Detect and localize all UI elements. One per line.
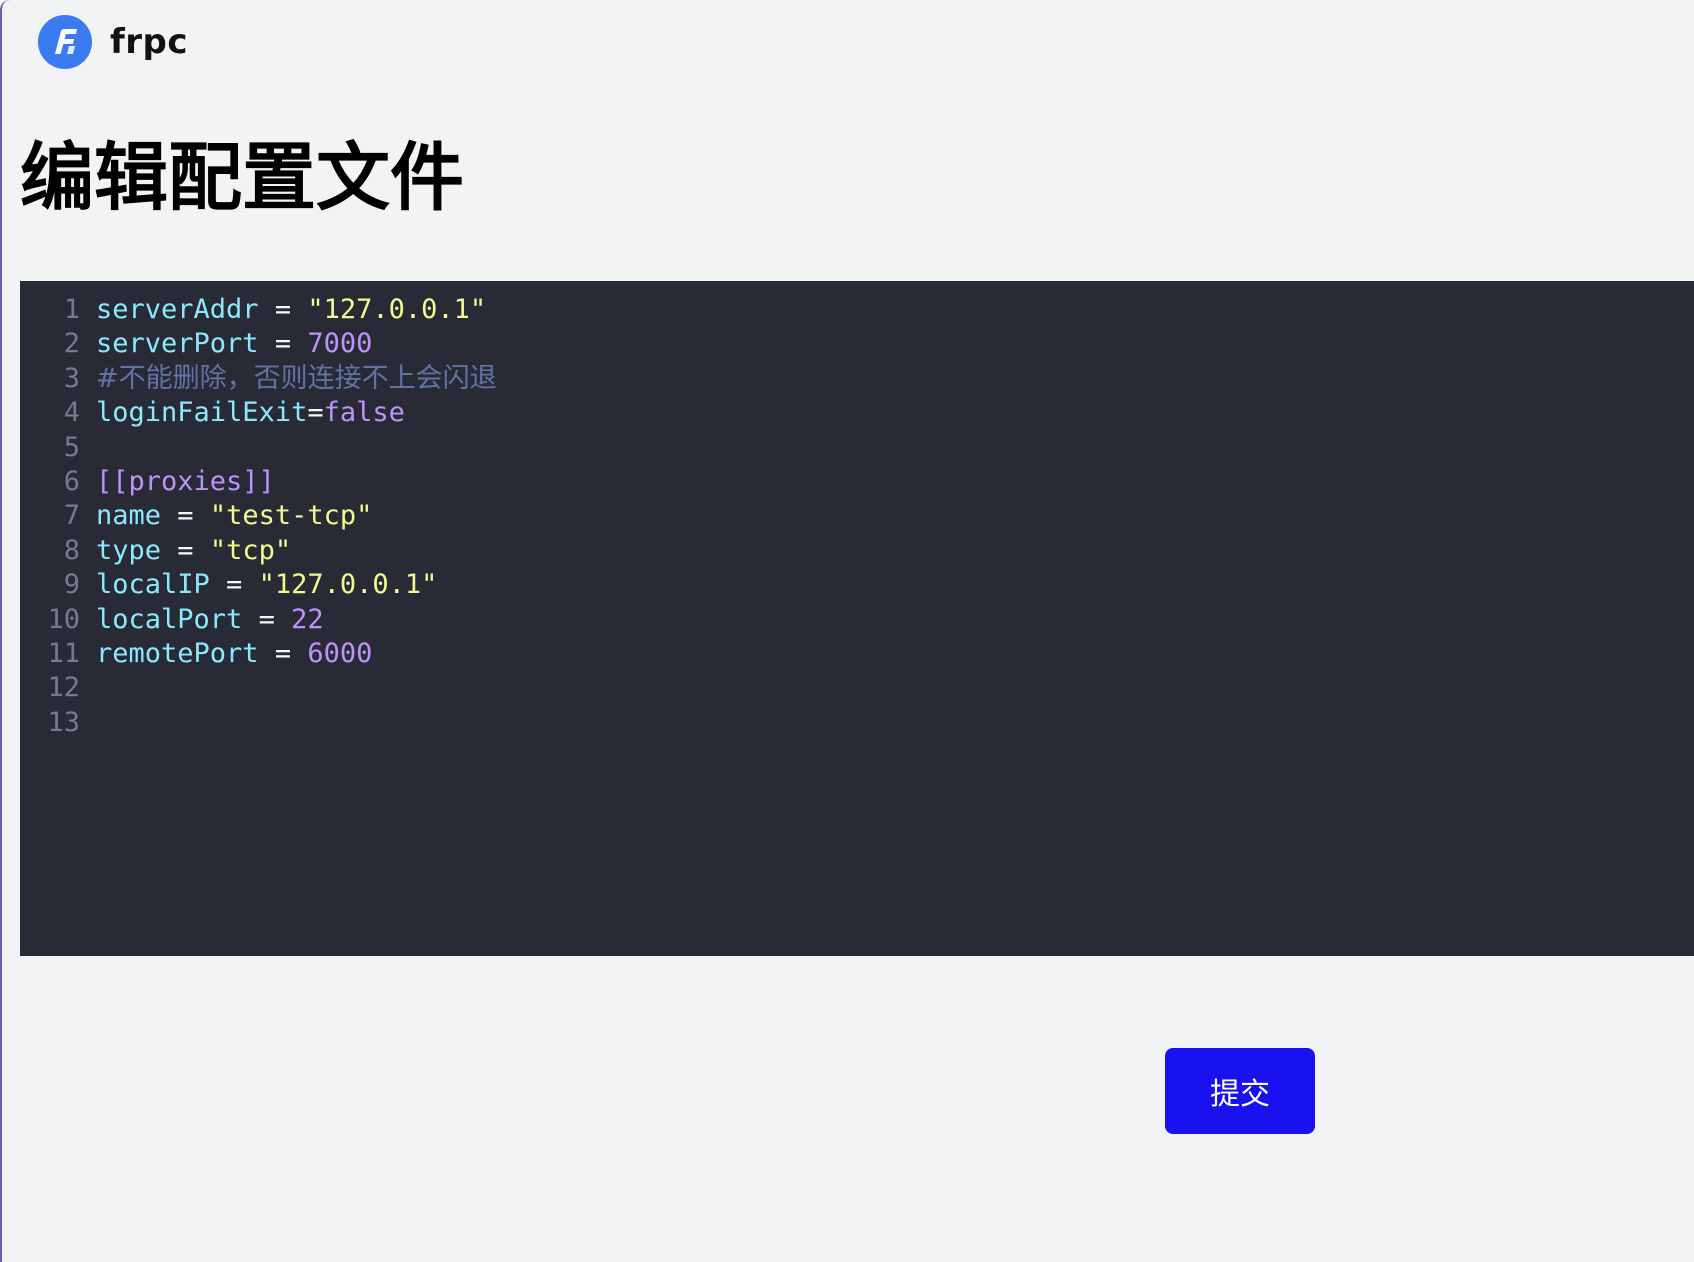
code-text[interactable]: [[proxies]]	[96, 465, 275, 499]
code-text[interactable]: serverAddr = "127.0.0.1"	[96, 293, 486, 327]
code-line[interactable]: 5	[20, 431, 1694, 465]
code-token: 6000	[307, 637, 373, 669]
code-token: 22	[291, 603, 324, 635]
line-number: 10	[47, 603, 80, 635]
code-text[interactable]: name = "test-tcp"	[96, 499, 372, 533]
line-number: 5	[63, 431, 80, 463]
line-number: 12	[47, 672, 80, 704]
code-token: false	[323, 397, 405, 429]
code-line[interactable]: 9 localIP = "127.0.0.1"	[20, 568, 1694, 602]
code-line[interactable]: 4 loginFailExit=false	[20, 396, 1694, 430]
code-token: =	[242, 603, 292, 635]
code-token: =	[161, 534, 210, 566]
submit-button[interactable]: 提交	[1165, 1048, 1315, 1134]
code-token: type	[96, 534, 162, 566]
line-number: 11	[47, 637, 80, 669]
code-token: 7000	[307, 328, 373, 360]
app-name: frpc	[110, 22, 189, 62]
line-number: 13	[47, 706, 80, 738]
code-token: name	[96, 500, 162, 532]
code-text[interactable]: loginFailExit=false	[96, 396, 405, 430]
code-token: loginFailExit	[96, 397, 308, 429]
code-text[interactable]: localPort = 22	[96, 603, 324, 637]
code-token: remotePort	[96, 637, 259, 669]
code-text[interactable]: #不能删除，否则连接不上会闪退	[96, 362, 497, 396]
code-token: localIP	[96, 569, 210, 601]
frp-logo-icon	[38, 15, 92, 69]
app-window: frpc 编辑配置文件 1 serverAddr = "127.0.0.1" 2 se…	[0, 0, 1694, 1262]
code-line[interactable]: 1 serverAddr = "127.0.0.1"	[20, 293, 1694, 327]
code-line[interactable]: 7 name = "test-tcp"	[20, 499, 1694, 533]
code-token: "127.0.0.1"	[258, 569, 438, 601]
line-number: 4	[63, 397, 80, 429]
code-line[interactable]: 3 #不能删除，否则连接不上会闪退	[20, 362, 1694, 396]
code-line[interactable]: 10 localPort = 22	[20, 603, 1694, 637]
line-number: 7	[63, 500, 80, 532]
code-line[interactable]: 2 serverPort = 7000	[20, 327, 1694, 361]
code-token: [[proxies]]	[96, 465, 275, 497]
page-title: 编辑配置文件	[20, 135, 464, 221]
code-token: "tcp"	[209, 534, 292, 566]
code-line[interactable]: 13	[20, 706, 1694, 740]
code-token: #不能删除，否则连接不上会闪退	[96, 362, 497, 394]
code-token: =	[258, 637, 308, 669]
line-number: 1	[63, 294, 80, 325]
code-text[interactable]: localIP = "127.0.0.1"	[96, 568, 437, 602]
code-token: serverAddr	[96, 294, 259, 325]
code-line[interactable]: 8 type = "tcp"	[20, 534, 1694, 568]
code-token: =	[307, 397, 324, 429]
line-number: 3	[63, 362, 80, 394]
line-number: 8	[63, 534, 80, 566]
app-header: frpc	[38, 14, 188, 70]
code-token: =	[209, 569, 259, 601]
code-token: localPort	[96, 603, 243, 635]
code-line[interactable]: 6 [[proxies]]	[20, 465, 1694, 499]
code-text[interactable]: remotePort = 6000	[96, 637, 372, 671]
code-token: =	[161, 500, 210, 532]
code-text[interactable]: type = "tcp"	[96, 534, 291, 568]
code-token: "test-tcp"	[209, 500, 373, 532]
line-number: 6	[63, 465, 80, 497]
code-token: =	[258, 328, 308, 360]
line-number: 2	[63, 328, 80, 360]
config-editor[interactable]: 1 serverAddr = "127.0.0.1" 2 serverPort = 7…	[20, 281, 1694, 956]
code-token: "127.0.0.1"	[307, 294, 487, 325]
line-number: 9	[63, 569, 80, 601]
code-line[interactable]: 11 remotePort = 6000	[20, 637, 1694, 671]
code-token: serverPort	[96, 328, 259, 360]
code-text[interactable]: serverPort = 7000	[96, 327, 372, 361]
code-token: =	[258, 294, 308, 325]
code-line[interactable]: 12	[20, 671, 1694, 705]
